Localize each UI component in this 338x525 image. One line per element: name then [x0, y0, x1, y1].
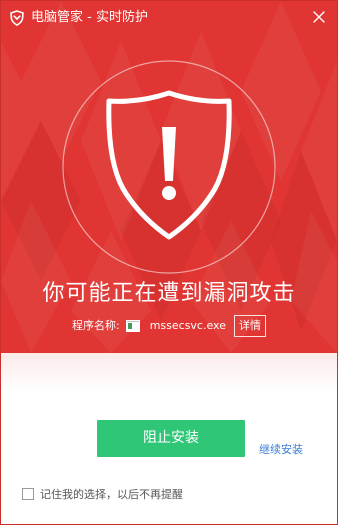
- window-title: 电脑管家 - 实时防护: [31, 10, 148, 25]
- remember-label: 记住我的选择，以后不再提醒: [40, 488, 183, 501]
- remember-checkbox[interactable]: [22, 488, 34, 500]
- security-alert-window: 电脑管家 - 实时防护 你可能正在遭到漏洞攻击 程序名称: mssecsvc.e…: [0, 0, 338, 525]
- remember-choice: 记住我的选择，以后不再提醒: [22, 486, 183, 502]
- close-icon[interactable]: [309, 7, 329, 27]
- details-button[interactable]: 详情: [234, 315, 266, 337]
- program-name: mssecsvc.exe: [149, 319, 226, 332]
- alert-headline: 你可能正在遭到漏洞攻击: [42, 281, 296, 306]
- title-bar: 电脑管家 - 实时防护: [1, 1, 337, 35]
- continue-install-link[interactable]: 继续安装: [259, 442, 303, 458]
- alert-hero: 电脑管家 - 实时防护 你可能正在遭到漏洞攻击 程序名称: mssecsvc.e…: [1, 1, 337, 353]
- content-fade: [1, 353, 337, 393]
- block-install-button[interactable]: 阻止安装: [97, 420, 245, 457]
- file-icon: [125, 320, 140, 332]
- shield-logo-icon: [10, 10, 24, 26]
- program-label: 程序名称:: [71, 319, 120, 332]
- shield-exclamation-icon: [62, 60, 276, 274]
- program-info: 程序名称: mssecsvc.exe 详情: [1, 315, 337, 337]
